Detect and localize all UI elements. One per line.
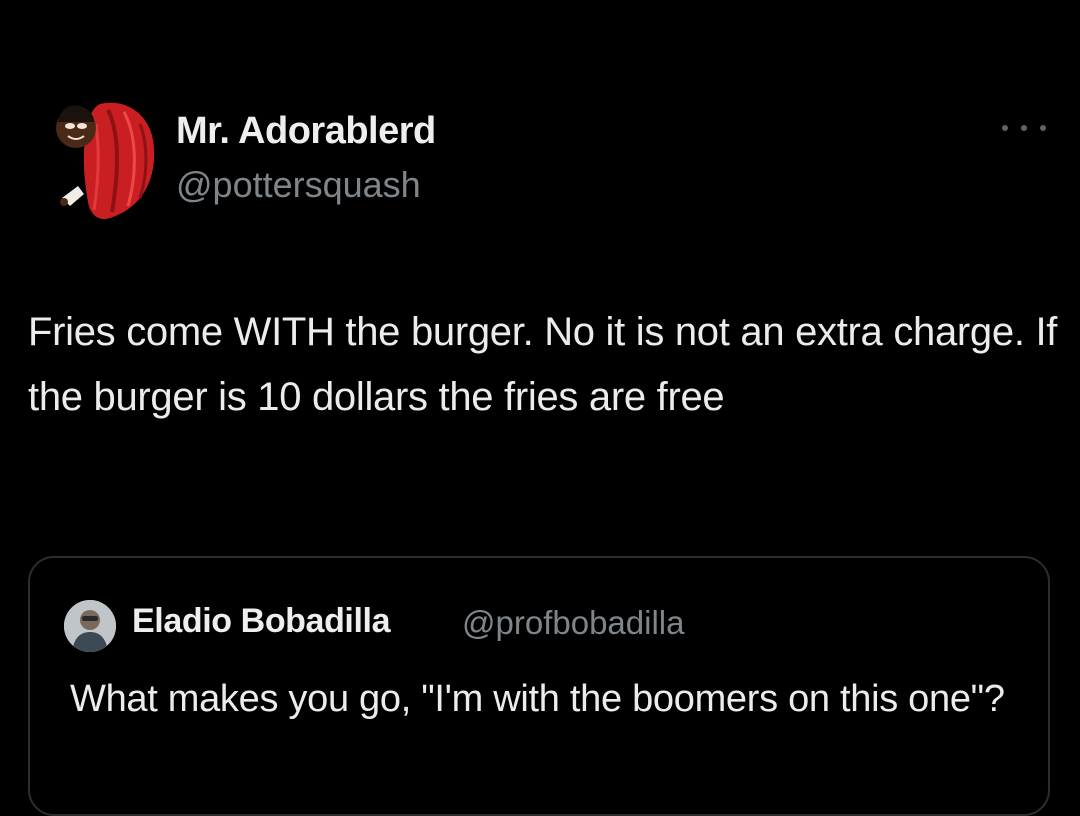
more-options-icon[interactable] — [1002, 118, 1046, 138]
quoted-author-handle[interactable]: @profbobadilla — [462, 604, 684, 642]
quoted-tweet-card[interactable]: Eladio Bobadilla @profbobadilla What mak… — [28, 556, 1050, 816]
dot — [1021, 125, 1027, 131]
quoted-author-display-name[interactable]: Eladio Bobadilla — [132, 602, 390, 641]
tweet: Mr. Adorablerd @pottersquash Fries come … — [0, 0, 1080, 816]
tweet-text: Fries come WITH the burger. No it is not… — [28, 310, 1058, 419]
person-photo-avatar-icon — [64, 600, 116, 652]
author-handle[interactable]: @pottersquash — [176, 164, 421, 206]
red-cloak-avatar-icon — [56, 102, 155, 220]
quoted-author-avatar[interactable] — [64, 600, 116, 652]
dot — [1040, 125, 1046, 131]
author-avatar[interactable] — [48, 94, 160, 224]
dot — [1002, 125, 1008, 131]
author-display-name[interactable]: Mr. Adorablerd — [176, 110, 436, 153]
quoted-tweet-text: What makes you go, "I'm with the boomers… — [70, 678, 1005, 720]
